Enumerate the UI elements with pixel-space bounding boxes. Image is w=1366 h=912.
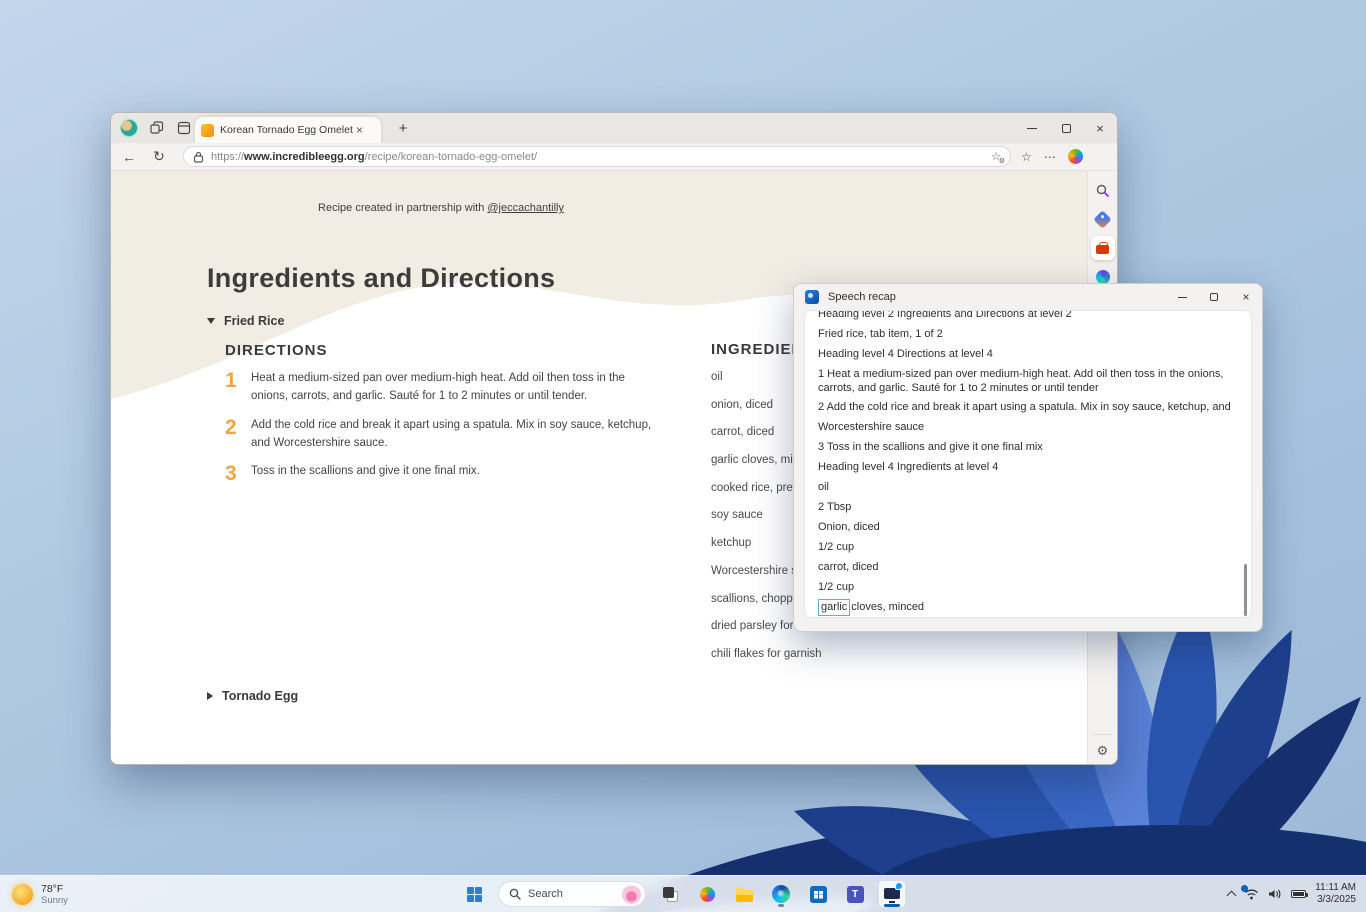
- browser-toolbar: ← ↻ https://www.incredibleegg.org/recipe…: [111, 143, 1117, 171]
- tab-title: Korean Tornado Egg Omelet - A: [220, 124, 354, 136]
- more-menu-icon[interactable]: ⋯: [1044, 150, 1056, 164]
- close-button[interactable]: ×: [1083, 113, 1117, 143]
- battery-icon[interactable]: [1291, 890, 1306, 898]
- search-highlight-image: [622, 885, 641, 904]
- direction-step: 3 Toss in the scallions and give it one …: [225, 463, 665, 484]
- sidebar-tools-icon[interactable]: [1091, 236, 1115, 260]
- search-label: Search: [528, 888, 622, 900]
- wifi-icon[interactable]: [1244, 888, 1259, 900]
- transcript-line: 2 Tbsp: [818, 497, 1238, 517]
- close-button[interactable]: ×: [1230, 284, 1262, 310]
- system-tray: 11:11 AM 3/3/2025: [1228, 882, 1356, 907]
- speech-recap-transcript[interactable]: Heading level 2 Ingredients and Directio…: [804, 310, 1252, 618]
- maximize-button[interactable]: [1198, 284, 1230, 310]
- sidebar-divider: [1093, 734, 1112, 735]
- sunny-weather-icon: [12, 884, 33, 905]
- url-text: https://www.incredibleegg.org/recipe/kor…: [211, 151, 991, 163]
- desktop: Korean Tornado Egg Omelet - A × + × ← ↻ …: [0, 0, 1366, 912]
- search-icon: [509, 888, 521, 900]
- minimize-button[interactable]: [1015, 113, 1049, 143]
- taskbar-search[interactable]: Search: [498, 881, 646, 907]
- microsoft-store-icon[interactable]: [805, 881, 831, 907]
- clock[interactable]: 11:11 AM 3/3/2025: [1315, 882, 1356, 907]
- transcript-line: carrot, diced: [818, 557, 1238, 577]
- browser-window-controls: ×: [1015, 113, 1117, 143]
- browser-tab-strip: Korean Tornado Egg Omelet - A × + ×: [111, 113, 1117, 143]
- edge-icon[interactable]: [768, 881, 794, 907]
- bookmark-settings-icon[interactable]: ☆⚙: [991, 150, 1001, 163]
- address-bar[interactable]: https://www.incredibleegg.org/recipe/kor…: [183, 146, 1011, 167]
- ingredient-item: chili flakes for garnish: [711, 648, 1011, 676]
- page-title: Ingredients and Directions: [207, 263, 555, 294]
- profile-avatar[interactable]: [120, 119, 138, 137]
- chevron-down-icon: [207, 318, 215, 324]
- transcript-line: Worcestershire sauce: [818, 417, 1238, 437]
- direction-step: 2 Add the cold rice and break it apart u…: [225, 417, 665, 453]
- directions-heading: DIRECTIONS: [225, 342, 328, 359]
- taskbar: 78°F Sunny Search T: [0, 875, 1366, 912]
- copilot-icon[interactable]: [1068, 149, 1083, 164]
- task-view-button[interactable]: [657, 881, 683, 907]
- sidebar-shopping-icon[interactable]: [1091, 207, 1115, 231]
- favorites-icon[interactable]: ☆: [1021, 150, 1032, 164]
- spoken-word-highlight: garlic: [818, 599, 850, 616]
- new-tab-button[interactable]: +: [393, 120, 413, 137]
- speech-recap-titlebar[interactable]: Speech recap ×: [794, 284, 1262, 310]
- teams-icon[interactable]: T: [842, 881, 868, 907]
- transcript-line: Heading level 4 Ingredients at level 4: [818, 457, 1238, 477]
- maximize-button[interactable]: [1049, 113, 1083, 143]
- transcript-line: oil: [818, 477, 1238, 497]
- active-tab[interactable]: Korean Tornado Egg Omelet - A ×: [195, 117, 381, 143]
- hidden-icons-chevron[interactable]: [1227, 891, 1237, 901]
- transcript-line: Heading level 2 Ingredients and Directio…: [818, 310, 1238, 324]
- back-button[interactable]: ←: [117, 149, 141, 165]
- transcript-line: Onion, diced: [818, 517, 1238, 537]
- accordion-fried-rice[interactable]: Fried Rice: [207, 314, 284, 328]
- transcript-line: 1 Heat a medium-sized pan over medium-hi…: [818, 364, 1238, 397]
- weather-widget[interactable]: 78°F Sunny: [12, 883, 68, 906]
- direction-step: 1 Heat a medium-sized pan over medium-hi…: [225, 370, 665, 406]
- narrator-app-icon: [805, 290, 819, 304]
- sidebar-search-icon[interactable]: [1091, 178, 1115, 202]
- partnership-line: Recipe created in partnership with @jecc…: [191, 202, 691, 214]
- file-explorer-icon[interactable]: [731, 881, 757, 907]
- refresh-button[interactable]: ↻: [147, 148, 171, 165]
- speech-recap-window: Speech recap × Heading level 2 Ingredien…: [793, 283, 1263, 632]
- tab-close-icon[interactable]: ×: [356, 123, 363, 137]
- start-button[interactable]: [461, 881, 487, 907]
- sidebar-settings-gear-icon[interactable]: ⚙: [1088, 743, 1117, 759]
- transcript-line-highlighted: garlic cloves, minced: [818, 597, 1238, 617]
- copilot-taskbar-icon[interactable]: [694, 881, 720, 907]
- chevron-right-icon: [207, 692, 213, 700]
- volume-icon[interactable]: [1268, 888, 1282, 900]
- transcript-line: Fried rice, tab item, 1 of 2: [818, 324, 1238, 344]
- taskbar-center: Search T: [461, 881, 905, 907]
- workspaces-icon[interactable]: [149, 120, 165, 136]
- site-info-lock-icon[interactable]: [193, 151, 204, 163]
- partner-link[interactable]: @jeccachantilly: [487, 202, 564, 214]
- narrator-taskbar-icon[interactable]: [879, 881, 905, 907]
- tray-date: 3/3/2025: [1315, 894, 1356, 907]
- weather-temp: 78°F: [41, 883, 68, 895]
- transcript-line: 2 Add the cold rice and break it apart u…: [818, 397, 1238, 417]
- speech-recap-window-controls: ×: [1166, 284, 1262, 310]
- tab-actions-icon[interactable]: [176, 120, 192, 136]
- transcript-line: 1/2 cup: [818, 537, 1238, 557]
- transcript-line: 1/2 cup: [818, 577, 1238, 597]
- transcript-line: 3 Toss in the scallions and give it one …: [818, 437, 1238, 457]
- minimize-button[interactable]: [1166, 284, 1198, 310]
- tray-time: 11:11 AM: [1315, 882, 1356, 895]
- transcript-line: Heading level 4 Directions at level 4: [818, 344, 1238, 364]
- site-favicon: [201, 124, 214, 137]
- speech-recap-title: Speech recap: [828, 291, 896, 303]
- weather-condition: Sunny: [41, 895, 68, 906]
- accordion-tornado-egg[interactable]: Tornado Egg: [207, 689, 298, 703]
- transcript-scrollbar[interactable]: [1244, 564, 1247, 616]
